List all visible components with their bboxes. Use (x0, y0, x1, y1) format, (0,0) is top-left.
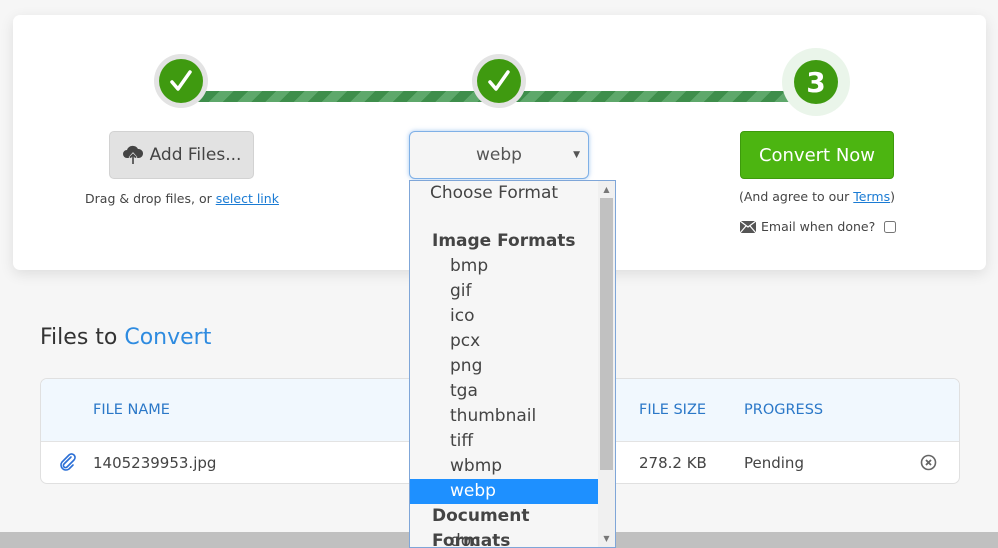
column-file-name: FILE NAME (93, 402, 170, 418)
files-section-title: Files to Convert (40, 325, 212, 350)
paperclip-icon (59, 453, 77, 475)
envelope-icon (740, 220, 756, 233)
format-dropdown-list[interactable]: Choose Format Image Formats bmp gif ico … (409, 180, 616, 548)
option-ico[interactable]: ico (410, 304, 598, 329)
format-select[interactable]: webp ▼ (409, 131, 589, 179)
add-files-label: Add Files... (149, 145, 242, 165)
column-progress: PROGRESS (744, 402, 824, 418)
email-label: Email when done? (761, 219, 876, 234)
option-thumbnail[interactable]: thumbnail (410, 404, 598, 429)
column-file-size: FILE SIZE (639, 402, 707, 418)
remove-file-icon[interactable] (920, 454, 937, 475)
option-tga[interactable]: tga (410, 379, 598, 404)
step-1-complete (154, 54, 208, 108)
step-3-current: 3 (782, 48, 850, 116)
optgroup-document-formats: Document Formats (432, 506, 530, 548)
dropdown-scrollbar[interactable]: ▲ ▼ (598, 181, 615, 547)
option-spacer (410, 206, 598, 229)
option-wbmp[interactable]: wbmp (410, 454, 598, 479)
email-when-done: Email when done? (740, 219, 897, 234)
scrollbar-thumb[interactable] (600, 198, 613, 470)
terms-notice: (And agree to our Terms) (739, 189, 895, 204)
option-png[interactable]: png (410, 354, 598, 379)
selected-format: webp (476, 145, 522, 165)
option-webp[interactable]: webp (410, 479, 598, 504)
add-files-button[interactable]: Add Files... (109, 131, 254, 179)
email-checkbox[interactable] (884, 220, 897, 233)
option-bmp[interactable]: bmp (410, 254, 598, 279)
scroll-up-icon[interactable]: ▲ (598, 181, 615, 198)
option-pcx[interactable]: pcx (410, 329, 598, 354)
select-link[interactable]: select link (216, 191, 279, 206)
file-name: 1405239953.jpg (93, 454, 217, 472)
checkmark-icon (170, 70, 192, 91)
dropdown-arrow-icon: ▼ (573, 150, 580, 160)
cloud-upload-icon (122, 145, 143, 164)
option-tiff[interactable]: tiff (410, 429, 598, 454)
step-number: 3 (794, 60, 838, 104)
convert-now-button[interactable]: Convert Now (740, 131, 894, 179)
option-gif[interactable]: gif (410, 279, 598, 304)
drag-drop-hint: Drag & drop files, or select link (85, 191, 279, 206)
scroll-down-icon[interactable]: ▼ (598, 530, 615, 547)
file-size: 278.2 KB (639, 454, 707, 472)
file-progress: Pending (744, 454, 804, 472)
terms-link[interactable]: Terms (853, 189, 890, 204)
optgroup-image-formats: Image Formats (432, 231, 576, 251)
option-placeholder[interactable]: Choose Format (410, 181, 598, 206)
checkmark-icon (488, 70, 510, 91)
step-2-complete (472, 54, 526, 108)
